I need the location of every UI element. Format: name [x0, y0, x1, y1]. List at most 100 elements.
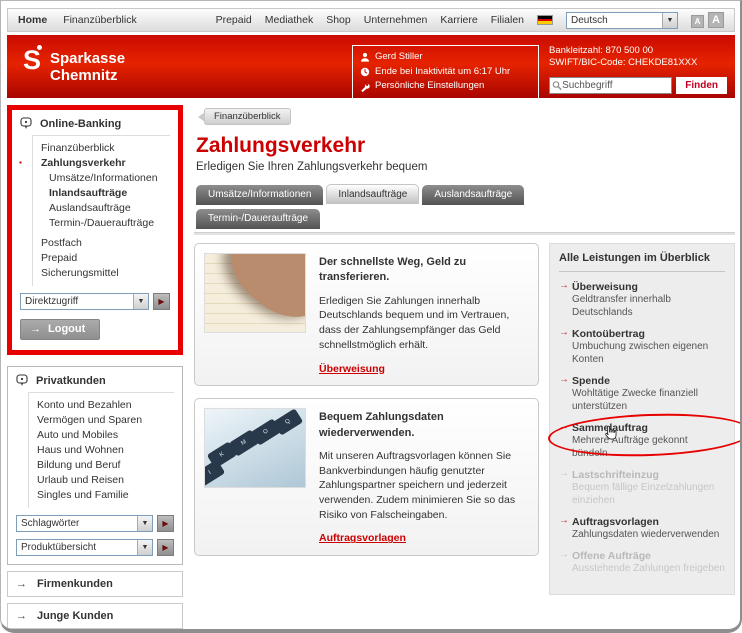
browser-page: Home Finanzüberblick Prepaid Mediathek S…: [0, 0, 742, 633]
online-banking-panel: Online-Banking Finanzüberblick ▪Zahlungs…: [7, 105, 183, 355]
overview-item-kontouebertrag[interactable]: → Kontoübertrag Umbuchung zwischen eigen…: [559, 328, 725, 366]
tab-auslandsauftraege[interactable]: Auslandsaufträge: [422, 185, 524, 205]
font-increase-button[interactable]: A: [708, 12, 724, 28]
tab-termin-dauerauftraege[interactable]: Termin-/Daueraufträge: [196, 209, 320, 229]
sidebar-item-postfach[interactable]: Postfach: [33, 235, 170, 250]
sidebar-section-junge-kunden[interactable]: → Junge Kunden: [7, 603, 183, 629]
logout-label: Logout: [48, 323, 85, 335]
nav-home[interactable]: Home: [18, 14, 47, 26]
sidebar-item-konto-bezahlen[interactable]: Konto und Bezahlen: [29, 397, 174, 412]
arrow-right-icon: →: [30, 323, 41, 335]
nav-filialen[interactable]: Filialen: [491, 14, 524, 26]
sidebar-item-auto-mobiles[interactable]: Auto und Mobiles: [29, 427, 174, 442]
nav-karriere[interactable]: Karriere: [440, 14, 477, 26]
tab-inlandsauftraege[interactable]: Inlandsaufträge: [326, 184, 419, 204]
breadcrumb-finanzueberblick[interactable]: Finanzüberblick: [204, 108, 291, 125]
sidebar-item-prepaid[interactable]: Prepaid: [33, 250, 170, 265]
sparkasse-s-icon: S: [23, 47, 41, 73]
overview-item-lastschrifteinzug: → Lastschrifteinzug Bequem fällige Einze…: [559, 469, 725, 507]
chevron-down-icon[interactable]: ▼: [137, 540, 152, 555]
online-banking-title: Online-Banking: [40, 118, 121, 130]
teaser-card-auftragsvorlagen: K M O Q I Bequem Zahlungsdaten wiederver…: [194, 398, 539, 556]
overview-item-ueberweisung[interactable]: → Überweisung Geldtransfer innerhalb Deu…: [559, 281, 725, 319]
schlagwoerter-select[interactable]: Schlagwörter ▼: [16, 515, 153, 532]
german-flag-icon: [537, 15, 553, 25]
overview-item-auftragsvorlagen[interactable]: → Auftragsvorlagen Zahlungsdaten wiederv…: [559, 516, 725, 541]
sidebar-item-vermoegen-sparen[interactable]: Vermögen und Sparen: [29, 412, 174, 427]
chevron-down-icon[interactable]: ▼: [137, 516, 152, 531]
session-user-label: Gerd Stiller: [375, 50, 423, 65]
nav-finanzueberblick[interactable]: Finanzüberblick: [63, 14, 137, 26]
sidebar-item-bildung-beruf[interactable]: Bildung und Beruf: [29, 457, 174, 472]
sidebar-item-sicherungsmittel[interactable]: Sicherungsmittel: [33, 265, 170, 280]
sidebar-item-zahlungsverkehr[interactable]: ▪Zahlungsverkehr: [33, 155, 170, 170]
speech-bubble-icon: [16, 374, 28, 387]
search-icon: [552, 80, 562, 91]
person-icon: [360, 52, 370, 62]
session-timeout: Ende bei Inaktivität um 6:17 Uhr: [360, 65, 531, 80]
font-decrease-button[interactable]: A: [691, 15, 704, 28]
transfer-form-photo[interactable]: [204, 253, 306, 333]
ueberweisung-link[interactable]: Überweisung: [319, 362, 385, 377]
logout-button[interactable]: → Logout: [20, 319, 100, 340]
session-user[interactable]: Gerd Stiller: [360, 50, 531, 65]
chevron-down-icon[interactable]: ▼: [133, 294, 148, 309]
search-input[interactable]: [562, 80, 669, 91]
top-bar: Home Finanzüberblick Prepaid Mediathek S…: [7, 8, 735, 32]
red-bullet-icon: ▪: [19, 158, 22, 167]
card-heading: Der schnellste Weg, Geld zu transferiere…: [319, 255, 529, 286]
language-value: Deutsch: [567, 15, 662, 26]
find-button[interactable]: Finden: [676, 77, 727, 94]
main-content: Finanzüberblick Zahlungsverkehr Erledige…: [194, 105, 735, 633]
sidebar-item-haus-wohnen[interactable]: Haus und Wohnen: [29, 442, 174, 457]
sidebar-section-firmenkunden[interactable]: → Firmenkunden: [7, 571, 183, 597]
sidebar-item-termin-dauerauftraege[interactable]: Termin-/Daueraufträge: [33, 215, 170, 230]
section-label: Firmenkunden: [37, 578, 113, 590]
nav-mediathek[interactable]: Mediathek: [265, 14, 313, 26]
chevron-down-icon[interactable]: ▼: [662, 13, 677, 28]
produktuebersicht-select[interactable]: Produktübersicht ▼: [16, 539, 153, 556]
produktuebersicht-value: Produktübersicht: [17, 542, 137, 553]
sidebar-item-singles-familie[interactable]: Singles und Familie: [29, 487, 174, 502]
nav-shop[interactable]: Shop: [326, 14, 351, 26]
overview-item-spende[interactable]: → Spende Wohltätige Zwecke finanziell un…: [559, 375, 725, 413]
nav-prepaid[interactable]: Prepaid: [216, 14, 252, 26]
privatkunden-title: Privatkunden: [36, 375, 106, 387]
sidebar-item-inlandsauftraege[interactable]: Inlandsaufträge: [33, 185, 170, 200]
bank-name-line2: Chemnitz: [50, 67, 125, 84]
schlagwoerter-value: Schlagwörter: [17, 518, 137, 529]
auftragsvorlagen-link[interactable]: Auftragsvorlagen: [319, 531, 406, 546]
sidebar-item-finanzueberblick[interactable]: Finanzüberblick: [33, 140, 170, 155]
card-heading: Bequem Zahlungsdaten wiederverwenden.: [319, 410, 529, 441]
card-body: Erledigen Sie Zahlungen innerhalb Deutsc…: [319, 294, 529, 353]
overview-panel: Alle Leistungen im Überblick → Überweisu…: [549, 243, 735, 595]
sidebar-item-urlaub-reisen[interactable]: Urlaub und Reisen: [29, 472, 174, 487]
card-index-photo[interactable]: K M O Q I: [204, 408, 306, 488]
direktzugriff-go-button[interactable]: ▶: [153, 293, 170, 310]
page-subtitle: Erledigen Sie Ihren Zahlungsverkehr bequ…: [196, 161, 735, 173]
nav-unternehmen[interactable]: Unternehmen: [364, 14, 428, 26]
wrench-icon: [360, 82, 370, 92]
overview-item-offene-auftraege: → Offene Aufträge Ausstehende Zahlungen …: [559, 550, 725, 575]
direktzugriff-select[interactable]: Direktzugriff ▼: [20, 293, 149, 310]
sidebar-item-auslandsauftraege[interactable]: Auslandsaufträge: [33, 200, 170, 215]
session-settings[interactable]: Persönliche Einstellungen: [360, 79, 531, 94]
schlagwoerter-go-button[interactable]: ▶: [157, 515, 174, 532]
divider: [194, 232, 735, 235]
header: S Sparkasse Chemnitz Gerd Stiller Ende b…: [7, 35, 735, 98]
arrow-right-icon: →: [559, 515, 569, 526]
clock-icon: [360, 67, 370, 77]
produktuebersicht-go-button[interactable]: ▶: [157, 539, 174, 556]
language-select[interactable]: Deutsch ▼: [566, 12, 678, 29]
arrow-right-icon: →: [559, 374, 569, 385]
bankleitzahl-text: Bankleitzahl: 870 500 00: [549, 45, 727, 57]
arrow-right-icon: →: [559, 280, 569, 291]
sidebar-item-umsaetze[interactable]: Umsätze/Informationen: [33, 170, 170, 185]
sparkasse-logo[interactable]: S Sparkasse Chemnitz: [23, 47, 125, 85]
bank-name-line1: Sparkasse: [50, 50, 125, 67]
overview-item-sammelauftrag[interactable]: → Sammelauftrag Mehrere Aufträge gekonnt…: [559, 422, 725, 460]
tab-umsaetze-informationen[interactable]: Umsätze/Informationen: [196, 185, 323, 205]
session-timeout-label: Ende bei Inaktivität um 6:17 Uhr: [375, 65, 510, 80]
direktzugriff-value: Direktzugriff: [21, 296, 133, 307]
arrow-right-icon: →: [559, 327, 569, 338]
